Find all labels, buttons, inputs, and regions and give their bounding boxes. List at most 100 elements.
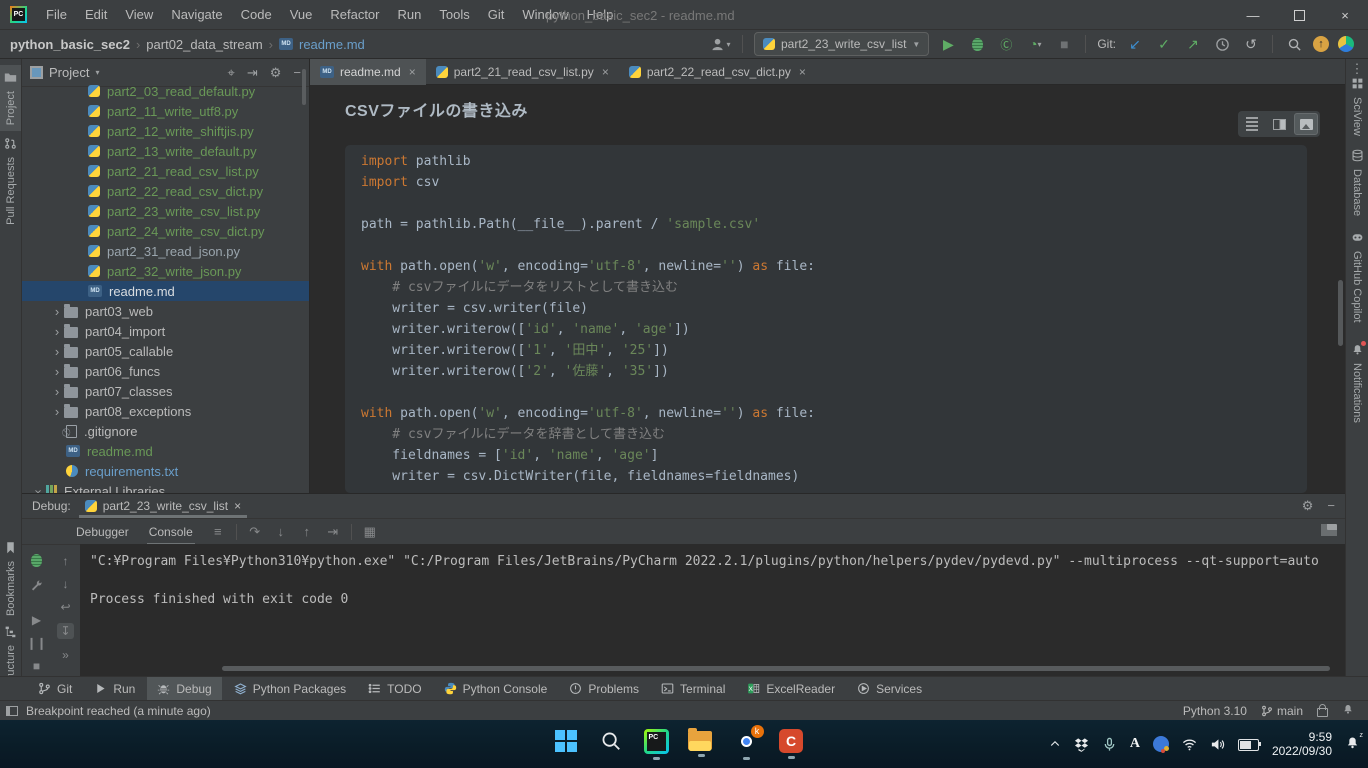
run-button[interactable]: ▶ [938,34,958,54]
git-update-button[interactable]: ↙ [1125,34,1145,54]
tray-expand-icon[interactable] [1049,738,1061,750]
chevron-icon[interactable]: › [32,484,47,493]
menu-view[interactable]: View [116,0,162,30]
toolwindow-button-git[interactable]: Git [28,677,82,701]
tray-app-ball-icon[interactable] [1153,736,1169,752]
tool-stripe-database[interactable]: Database [1346,149,1368,216]
soft-wrap-icon[interactable]: ↩ [60,600,70,614]
step-into-icon[interactable]: ↓ [270,522,292,542]
menu-edit[interactable]: Edit [76,0,116,30]
ime-indicator[interactable]: A [1130,736,1140,752]
resume-program-icon[interactable]: ▶ [32,613,41,627]
preview-only-button[interactable] [1294,113,1318,135]
hide-debug-panel-icon[interactable]: − [1327,498,1335,514]
close-icon[interactable]: × [234,499,241,513]
tree-item[interactable]: part2_13_write_default.py [22,141,309,161]
profiler-button[interactable]: ◔▾ [1025,34,1045,54]
python-interpreter[interactable]: Python 3.10 [1183,704,1247,718]
toolwindow-button-run[interactable]: Run [84,677,145,701]
taskbar-clock[interactable]: 9:59 2022/09/30 [1272,730,1332,758]
ide-update-icon[interactable]: ↑ [1313,36,1329,52]
tree-item[interactable]: ›External Libraries [22,481,309,493]
tree-item[interactable]: ›part07_classes [22,381,309,401]
tree-item[interactable]: part2_23_write_csv_list.py [22,201,309,221]
stop-button[interactable]: ■ [1054,34,1074,54]
editor-only-button[interactable] [1240,113,1264,135]
debug-session-tab[interactable]: part2_23_write_csv_list × [79,494,247,518]
project-scrollbar[interactable] [302,69,306,105]
rerun-debug-icon[interactable] [31,554,42,570]
run-config-select[interactable]: part2_23_write_csv_list ▼ [754,32,929,56]
close-tab-icon[interactable]: × [409,65,416,79]
battery-icon[interactable] [1238,739,1259,751]
tree-item[interactable]: ›part06_funcs [22,361,309,381]
console-horizontal-scrollbar[interactable] [222,666,1330,671]
breadcrumb-item[interactable]: readme.md [299,37,365,52]
git-push-button[interactable]: ↗ [1183,34,1203,54]
run-to-cursor-icon[interactable]: ⇥ [322,522,344,542]
tree-item[interactable]: ›part03_web [22,301,309,321]
chevron-icon[interactable]: › [50,324,64,339]
more-console-actions-icon[interactable]: » [62,648,69,662]
tree-item[interactable]: part2_22_read_csv_dict.py [22,181,309,201]
start-button[interactable] [553,730,579,758]
tool-stripe-notifications[interactable]: Notifications [1346,343,1368,423]
chevron-icon[interactable]: › [50,384,64,399]
step-over-icon[interactable]: ↷ [244,522,266,542]
lock-icon[interactable] [1317,708,1328,717]
tree-item[interactable]: ›part08_exceptions [22,401,309,421]
tree-item[interactable]: part2_03_read_default.py [22,81,309,101]
tool-stripe-bookmarks[interactable]: Bookmarks [0,541,21,616]
debug-button[interactable] [967,34,987,54]
tree-item[interactable]: MDreadme.md [22,441,309,461]
tree-item[interactable]: part2_31_read_json.py [22,241,309,261]
locate-file-icon[interactable]: ⌖ [228,65,235,81]
toolwindow-button-todo[interactable]: TODO [358,677,431,701]
tool-stripe-pull-requests[interactable]: Pull Requests [0,137,21,225]
stop-process-icon[interactable]: ■ [33,659,40,673]
breadcrumb-item[interactable]: python_basic_sec2 [10,37,130,52]
debug-console-output[interactable]: "C:¥Program Files¥Python310¥python.exe" … [80,544,1345,676]
search-everywhere-button[interactable] [1284,34,1304,54]
menu-tools[interactable]: Tools [430,0,478,30]
chevron-icon[interactable]: › [50,304,64,319]
menu-navigate[interactable]: Navigate [162,0,231,30]
rollback-button[interactable]: ↺ [1241,34,1261,54]
notifications-gear-icon[interactable] [1342,703,1354,718]
chevron-icon[interactable]: › [50,344,64,359]
coverage-button[interactable]: Ⓒ [996,34,1016,54]
toolwindow-button-excelreader[interactable]: XExcelReader [737,677,845,701]
chevron-icon[interactable]: › [50,364,64,379]
tree-item[interactable]: ›part05_callable [22,341,309,361]
toolwindow-button-services[interactable]: Services [847,677,932,701]
tool-stripe-sciview[interactable]: SciView [1346,77,1368,136]
maximize-button[interactable] [1276,0,1322,30]
step-out-icon[interactable]: ↑ [296,522,318,542]
breadcrumb[interactable]: python_basic_sec2›part02_data_stream›MDr… [0,37,365,52]
editor-tab[interactable]: part2_21_read_csv_list.py× [426,59,619,85]
menu-git[interactable]: Git [479,0,514,30]
close-button[interactable]: × [1322,0,1368,30]
hide-panel-icon[interactable]: − [293,65,301,80]
scroll-to-end-icon[interactable]: ↧ [57,623,73,639]
user-avatar-icon[interactable]: ▾ [711,34,731,54]
minimize-button[interactable]: — [1230,0,1276,30]
toolwindow-button-debug[interactable]: Debug [147,677,221,701]
chevron-icon[interactable]: › [50,404,64,419]
close-tab-icon[interactable]: × [602,65,609,79]
up-stack-icon[interactable]: ↑ [63,554,69,568]
code-with-me-icon[interactable] [1338,36,1354,52]
pause-program-icon[interactable]: ❙❙ [26,636,46,650]
history-button[interactable] [1212,34,1232,54]
taskbar-search-button[interactable] [598,730,624,758]
toolwindow-button-python-packages[interactable]: Python Packages [224,677,356,701]
menu-file[interactable]: File [37,0,76,30]
tree-item[interactable]: part2_12_write_shiftjis.py [22,121,309,141]
debug-settings-wrench-icon[interactable] [30,579,43,595]
taskbar-explorer-button[interactable] [688,731,714,757]
breadcrumb-item[interactable]: part02_data_stream [146,37,262,52]
menu-vue[interactable]: Vue [281,0,322,30]
git-commit-button[interactable]: ✓ [1154,34,1174,54]
toolwindow-button-problems[interactable]: Problems [559,677,649,701]
restore-layout-icon[interactable] [1321,524,1337,536]
